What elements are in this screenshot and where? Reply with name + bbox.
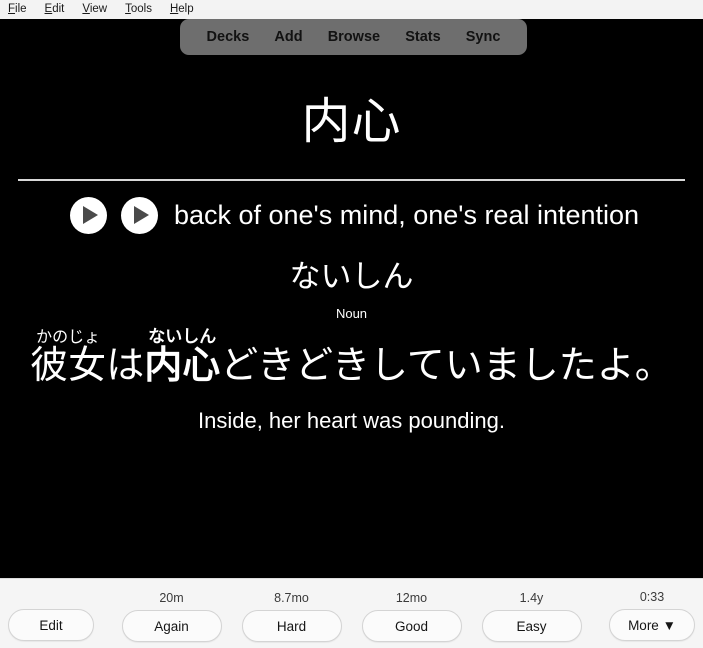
good-button[interactable]: Good [361, 610, 462, 642]
menu-view-mnemonic: V [82, 3, 90, 15]
top-nav-bar: Decks Add Browse Stats Sync [0, 19, 703, 55]
card-part-of-speech: Noun [335, 305, 368, 321]
again-button[interactable]: Again [121, 610, 222, 642]
sentence-translation: Inside, her heart was pounding. [198, 407, 505, 433]
menu-bar: File Edit View Tools Help [0, 0, 703, 19]
card-definition: back of one's mind, one's real intention [173, 199, 640, 230]
sentence-seg2: は [106, 344, 145, 387]
easy-button[interactable]: Easy [481, 610, 582, 642]
more-button[interactable]: More ▼ [609, 609, 695, 641]
nav-item-browse[interactable]: Browse [328, 29, 380, 45]
answer-buttons-group: 20m Again 8.7mo Hard 12mo Good 1.4y Easy [0, 579, 703, 648]
answer-divider [18, 178, 685, 181]
menu-item-view[interactable]: View [82, 0, 107, 19]
menu-item-edit[interactable]: Edit [45, 0, 65, 19]
nav-item-decks[interactable]: Decks [207, 29, 250, 45]
example-sentence: 彼女かのじょは内心ないしんどきどきしていましたよ。 [0, 327, 703, 394]
answer-column-again: 20m Again [121, 591, 222, 648]
menu-file-mnemonic: F [8, 3, 16, 15]
hard-button[interactable]: Hard [241, 610, 342, 642]
sentence-seg3-base: 内心 [144, 344, 221, 387]
sentence-seg4: どきどきしていましたよ。 [220, 344, 673, 387]
interval-easy: 1.4y [519, 591, 544, 605]
menu-item-help[interactable]: Help [170, 0, 194, 19]
interval-hard: 8.7mo [274, 591, 309, 605]
menu-item-tools[interactable]: Tools [125, 0, 152, 19]
nav-item-sync[interactable]: Sync [466, 29, 501, 45]
sentence-seg1-ruby: かのじょ [30, 328, 107, 346]
play-triangle-2 [134, 206, 150, 225]
menu-help-rest: elp [178, 3, 194, 15]
interval-good: 12mo [395, 591, 428, 605]
card-headword: 内心 [301, 95, 402, 149]
sentence-seg3-ruby: ないしん [144, 326, 221, 346]
nav-item-stats[interactable]: Stats [405, 29, 440, 45]
sentence-ruby-kanojo: 彼女かのじょ [30, 329, 107, 387]
sentence-seg1-base: 彼女 [30, 344, 107, 387]
flashcard-content: 内心 back of one's mind, one's real intent… [0, 55, 703, 578]
play-triangle-1 [83, 206, 99, 225]
answer-column-good: 12mo Good [361, 591, 462, 648]
answer-column-hard: 8.7mo Hard [241, 591, 342, 648]
nav-pill: Decks Add Browse Stats Sync [180, 19, 527, 55]
menu-edit-rest: dit [52, 3, 65, 15]
more-group: 0:33 More ▼ [609, 590, 695, 641]
review-timer: 0:33 [639, 590, 665, 604]
sentence-ruby-naishin: 内心ないしん [144, 327, 221, 387]
interval-again: 20m [159, 591, 184, 605]
answer-column-easy: 1.4y Easy [481, 591, 582, 648]
nav-item-add[interactable]: Add [274, 29, 302, 45]
menu-tools-rest: ools [130, 3, 152, 15]
menu-file-rest: ile [15, 3, 27, 15]
menu-item-file[interactable]: File [8, 0, 27, 19]
definition-row: back of one's mind, one's real intention [0, 196, 703, 234]
play-audio-icon-2[interactable] [120, 196, 158, 234]
card-reading: ないしん [289, 258, 414, 294]
answer-bar: Edit 20m Again 8.7mo Hard 12mo Good 1.4y… [0, 578, 703, 648]
play-audio-icon-1[interactable] [69, 196, 107, 234]
menu-view-rest: iew [89, 3, 108, 15]
